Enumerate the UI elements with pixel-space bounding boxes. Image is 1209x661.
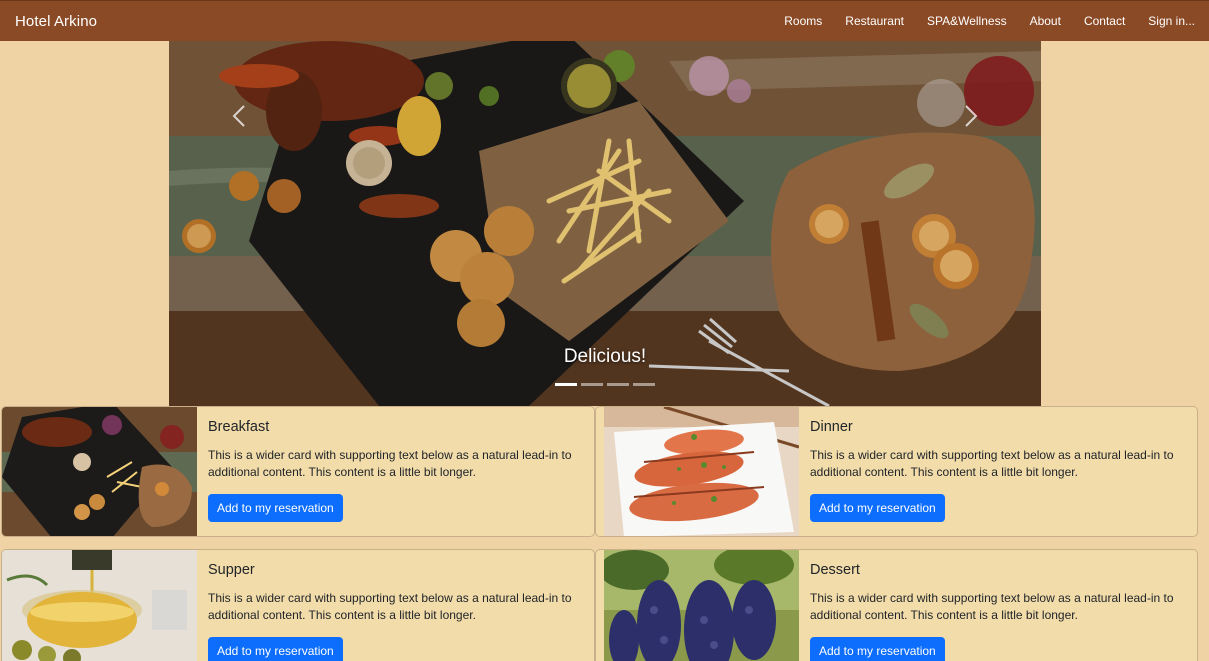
card-text: This is a wider card with supporting tex… [208, 448, 572, 479]
card-title: Dinner [810, 419, 853, 435]
top-navbar: Hotel Arkino Rooms Restaurant SPA&Wellne… [0, 0, 1209, 41]
hero-carousel: Delicious! [169, 41, 1041, 406]
card-image [604, 407, 800, 536]
card-title: Supper [208, 562, 255, 578]
carousel-indicators [169, 383, 1041, 386]
add-to-reservation-button[interactable]: Add to my reservation [208, 494, 343, 522]
card-body: Dinner This is a wider card with support… [799, 407, 1196, 536]
carousel-indicator-2[interactable] [581, 383, 603, 386]
carousel-indicator-1[interactable] [555, 383, 577, 386]
card-text: This is a wider card with supporting tex… [810, 591, 1174, 622]
card-supper: Supper This is a wider card with support… [1, 549, 595, 661]
card-text: This is a wider card with supporting tex… [810, 448, 1174, 479]
nav-links: Rooms Restaurant SPA&Wellness About Cont… [761, 14, 1195, 28]
nav-link-sign-in[interactable]: Sign in... [1148, 14, 1195, 28]
nav-link-spa-wellness[interactable]: SPA&Wellness [927, 14, 1007, 28]
carousel-prev-button[interactable] [219, 96, 259, 136]
chevron-right-icon [965, 105, 978, 127]
card-body: Supper This is a wider card with support… [197, 550, 594, 661]
brand-logo-text[interactable]: Hotel Arkino [15, 13, 97, 30]
carousel-indicator-3[interactable] [607, 383, 629, 386]
card-image [2, 407, 197, 536]
carousel-caption: Delicious! [563, 346, 647, 367]
card-text: This is a wider card with supporting tex… [208, 591, 572, 622]
carousel-indicator-4[interactable] [633, 383, 655, 386]
nav-link-restaurant[interactable]: Restaurant [845, 14, 904, 28]
card-title: Breakfast [208, 419, 270, 435]
card-breakfast: Breakfast This is a wider card with supp… [1, 406, 595, 537]
nav-link-about[interactable]: About [1030, 14, 1061, 28]
card-body: Breakfast This is a wider card with supp… [197, 407, 594, 536]
carousel-next-button[interactable] [951, 96, 991, 136]
add-to-reservation-button[interactable]: Add to my reservation [208, 637, 343, 661]
nav-link-rooms[interactable]: Rooms [784, 14, 822, 28]
add-to-reservation-button[interactable]: Add to my reservation [810, 494, 945, 522]
card-body: Dessert This is a wider card with suppor… [799, 550, 1196, 661]
chevron-left-icon [232, 105, 245, 127]
card-dessert: Dessert This is a wider card with suppor… [595, 549, 1198, 661]
card-image [2, 550, 197, 661]
card-dinner: Dinner This is a wider card with support… [595, 406, 1198, 537]
nav-link-contact[interactable]: Contact [1084, 14, 1125, 28]
card-image [599, 550, 799, 661]
add-to-reservation-button[interactable]: Add to my reservation [810, 637, 945, 661]
card-title: Dessert [810, 562, 860, 578]
